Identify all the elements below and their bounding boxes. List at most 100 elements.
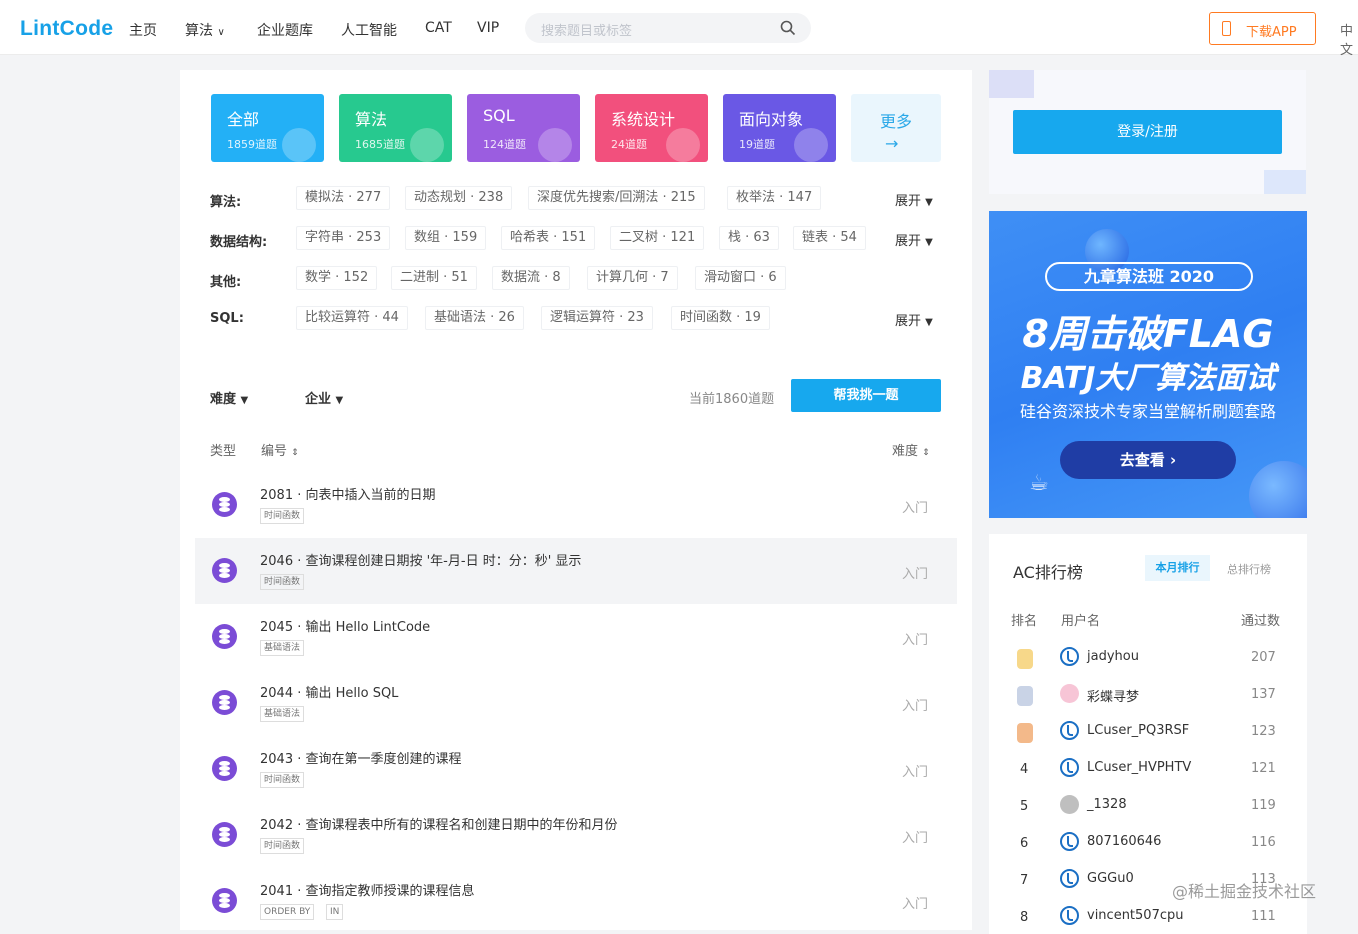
filter-tag[interactable]: 模拟法 · 277 — [296, 186, 391, 210]
silver-medal-icon — [1017, 686, 1033, 706]
filter-tag[interactable]: 逻辑运算符 · 23 — [541, 306, 653, 330]
ranking-row[interactable]: 6 807160646 116 — [989, 822, 1307, 859]
caret-down-icon: ▼ — [335, 395, 344, 406]
search-placeholder: 搜索题目或标签 — [541, 24, 633, 39]
nav-vip[interactable]: VIP — [477, 20, 499, 36]
category-system-design[interactable]: 系统设计 24道题 — [595, 94, 708, 162]
filter-tag[interactable]: 枚举法 · 147 — [727, 186, 822, 210]
table-row[interactable]: 2041 · 查询指定教师授课的课程信息 ORDER BY IN 入门 — [195, 868, 957, 934]
problem-tag: ORDER BY — [260, 904, 315, 920]
company-dropdown[interactable]: 企业 ▼ — [305, 388, 343, 407]
ranking-username[interactable]: jadyhou — [1087, 649, 1139, 664]
filter-tag[interactable]: 哈希表 · 151 — [501, 226, 596, 250]
ranking-passed: 119 — [1251, 798, 1276, 813]
difficulty-dropdown[interactable]: 难度 ▼ — [210, 388, 248, 407]
ranking-username[interactable]: vincent507cpu — [1087, 908, 1183, 923]
login-register-button[interactable]: 登录/注册 — [1013, 110, 1282, 154]
ranking-position: 5 — [1020, 799, 1029, 814]
ranking-title: AC排行榜 — [1013, 563, 1083, 582]
problem-difficulty: 入门 — [902, 633, 929, 648]
ranking-row[interactable]: 4 LCuser_HVPHTV 121 — [989, 748, 1307, 785]
table-row[interactable]: 2044 · 输出 Hello SQL 基础语法 入门 — [195, 670, 957, 736]
download-app-button[interactable]: 下载APP — [1209, 12, 1316, 45]
ranking-username[interactable]: GGGu0 — [1087, 871, 1134, 886]
expand-toggle[interactable]: 展开 ▼ — [895, 310, 933, 329]
category-oop[interactable]: 面向对象 19道题 — [723, 94, 836, 162]
table-row[interactable]: 2081 · 向表中插入当前的日期 时间函数 入门 — [195, 472, 957, 538]
filter-row-other: 其他: 数学 · 152 二进制 · 51 数据流 · 8 计算几何 · 7 滑… — [210, 266, 950, 292]
problem-title[interactable]: 2045 · 输出 Hello LintCode — [260, 616, 430, 635]
ranking-row[interactable]: 5 _1328 119 — [989, 785, 1307, 822]
banner-pill: 九章算法班 2020 — [1045, 262, 1253, 291]
expand-toggle[interactable]: 展开 ▼ — [895, 190, 933, 209]
banner-view-button[interactable]: 去查看 › — [1060, 441, 1236, 479]
avatar — [1060, 647, 1079, 666]
category-count: 1859道题 — [227, 138, 277, 151]
filter-tag[interactable]: 字符串 · 253 — [296, 226, 391, 250]
problem-title[interactable]: 2081 · 向表中插入当前的日期 — [260, 484, 435, 503]
problem-difficulty: 入门 — [902, 501, 929, 516]
filter-tag[interactable]: 滑动窗口 · 6 — [695, 266, 786, 290]
cloud-icon — [666, 128, 700, 162]
problem-title[interactable]: 2042 · 查询课程表中所有的课程名和创建日期中的年份和月份 — [260, 814, 617, 833]
problem-count: 当前1860道题 — [689, 392, 775, 407]
filter-label: 数据结构: — [210, 235, 268, 250]
nav-algorithm[interactable]: 算法 ∨ — [185, 20, 225, 40]
filter-tag[interactable]: 基础语法 · 26 — [425, 306, 524, 330]
category-all[interactable]: 全部 1859道题 — [211, 94, 324, 162]
problem-title[interactable]: 2044 · 输出 Hello SQL — [260, 682, 398, 701]
table-row[interactable]: 2043 · 查询在第一季度创建的课程 时间函数 入门 — [195, 736, 957, 802]
ranking-position: 7 — [1020, 873, 1029, 888]
ranking-username[interactable]: LCuser_HVPHTV — [1087, 760, 1191, 775]
pick-problem-button[interactable]: 帮我挑一题 — [791, 379, 941, 412]
filter-tag[interactable]: 数学 · 152 — [296, 266, 378, 290]
filter-tag[interactable]: 链表 · 54 — [793, 226, 866, 250]
category-sql[interactable]: SQL 124道题 — [467, 94, 580, 162]
filter-tag[interactable]: 比较运算符 · 44 — [296, 306, 408, 330]
expand-toggle[interactable]: 展开 ▼ — [895, 230, 933, 249]
filter-tag[interactable]: 栈 · 63 — [719, 226, 779, 250]
language-switch[interactable]: 中文 — [1340, 20, 1358, 58]
tab-monthly[interactable]: 本月排行 — [1145, 555, 1210, 581]
filter-tag[interactable]: 二叉树 · 121 — [610, 226, 705, 250]
ranking-row[interactable]: 彩蝶寻梦 137 — [989, 674, 1307, 711]
problem-title[interactable]: 2043 · 查询在第一季度创建的课程 — [260, 748, 461, 767]
ranking-row[interactable]: LCuser_PQ3RSF 123 — [989, 711, 1307, 748]
table-row[interactable]: 2045 · 输出 Hello LintCode 基础语法 入门 — [195, 604, 957, 670]
table-row[interactable]: 2042 · 查询课程表中所有的课程名和创建日期中的年份和月份 时间函数 入门 — [195, 802, 957, 868]
ranking-position: 4 — [1020, 762, 1029, 777]
category-algorithm[interactable]: 算法 1685道题 — [339, 94, 452, 162]
search-input[interactable]: 搜索题目或标签 — [525, 13, 811, 43]
nav-home[interactable]: 主页 — [129, 20, 157, 40]
filter-tag[interactable]: 深度优先搜索/回溯法 · 215 — [528, 186, 705, 210]
ranking-username[interactable]: _1328 — [1087, 797, 1127, 812]
nav-company-bank[interactable]: 企业题库 — [257, 20, 313, 40]
search-icon[interactable] — [780, 20, 796, 36]
filter-tag[interactable]: 时间函数 · 19 — [671, 306, 770, 330]
column-difficulty[interactable]: 难度 ⇕ — [892, 440, 930, 459]
decor-shape — [1264, 170, 1306, 194]
promo-banner[interactable]: 九章算法班 2020 8周击破FLAG BATJ大厂算法面试 硅谷资深技术专家当… — [989, 211, 1307, 518]
filter-tag[interactable]: 数据流 · 8 — [492, 266, 570, 290]
problem-title[interactable]: 2041 · 查询指定教师授课的课程信息 — [260, 880, 474, 899]
ranking-username[interactable]: 807160646 — [1087, 834, 1161, 849]
banner-tagline: 硅谷资深技术专家当堂解析刷题套路 — [1019, 402, 1276, 421]
caret-down-icon: ▼ — [240, 395, 249, 406]
problem-title[interactable]: 2046 · 查询课程创建日期按 '年-月-日 时：分：秒' 显示 — [260, 550, 581, 569]
filter-tag[interactable]: 计算几何 · 7 — [587, 266, 678, 290]
column-id[interactable]: 编号 ⇕ — [261, 440, 299, 459]
nav-cat[interactable]: CAT — [425, 20, 452, 36]
table-row[interactable]: 2046 · 查询课程创建日期按 '年-月-日 时：分：秒' 显示 时间函数 入… — [195, 538, 957, 604]
ranking-row[interactable]: jadyhou 207 — [989, 637, 1307, 674]
ranking-username[interactable]: LCuser_PQ3RSF — [1087, 723, 1189, 738]
lintcode-logo[interactable]: LintCode — [20, 17, 113, 41]
nav-ai[interactable]: 人工智能 — [341, 20, 397, 40]
tab-total[interactable]: 总排行榜 — [1227, 561, 1271, 577]
category-more[interactable]: 更多 → — [851, 94, 941, 162]
ranking-username[interactable]: 彩蝶寻梦 — [1087, 686, 1139, 705]
filter-tag[interactable]: 数组 · 159 — [405, 226, 487, 250]
filter-tag[interactable]: 二进制 · 51 — [391, 266, 477, 290]
filter-label: 算法: — [210, 195, 242, 210]
filter-tag[interactable]: 动态规划 · 238 — [405, 186, 513, 210]
login-panel: 登录/注册 — [989, 70, 1306, 194]
